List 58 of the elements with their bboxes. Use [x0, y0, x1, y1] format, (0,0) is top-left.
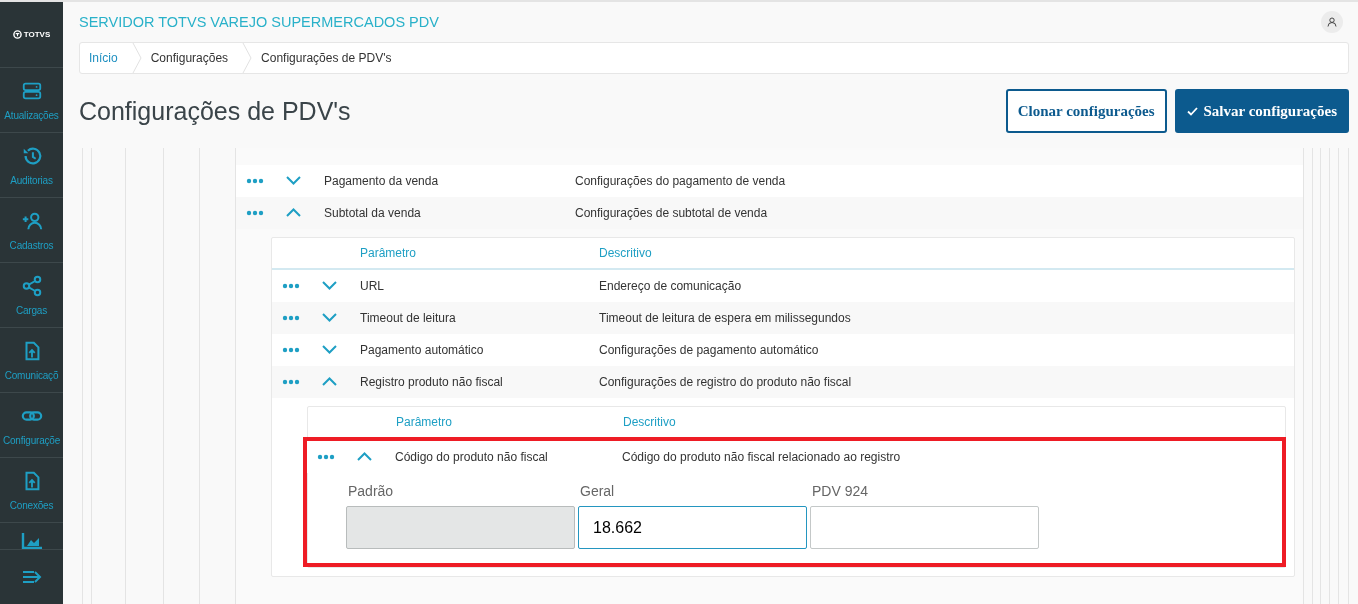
- more-icon[interactable]: [282, 379, 300, 385]
- column-header: Descritivo: [599, 246, 653, 260]
- field-label: PDV 924: [811, 483, 870, 501]
- collapse-menu-icon[interactable]: [21, 569, 42, 585]
- field-label: Padrão: [347, 483, 395, 501]
- column-header: Parâmetro: [360, 246, 418, 260]
- user-avatar[interactable]: [1321, 11, 1343, 33]
- chevron-up-icon[interactable]: [322, 377, 337, 386]
- sidebar-item[interactable]: Cadastros: [0, 198, 63, 263]
- more-icon[interactable]: [282, 347, 300, 353]
- parameter-name: Subtotal da venda: [324, 206, 422, 220]
- parameter-name: Pagamento automático: [360, 343, 485, 357]
- sidebar-item[interactable]: Comunicaçõ: [0, 328, 63, 393]
- chevron-down-icon[interactable]: [322, 313, 337, 322]
- chevron-down-icon[interactable]: [322, 345, 337, 354]
- parameter-description: Configurações do pagamento de venda: [575, 174, 787, 188]
- parameter-description: Configurações de registro do produto não fiscal: [599, 375, 853, 389]
- logo-icon: [12, 30, 22, 39]
- sidebar-item[interactable]: Atualizações: [0, 68, 63, 133]
- field-label: Geral: [579, 483, 616, 501]
- breadcrumb-item: Configurações: [149, 50, 230, 67]
- more-icon[interactable]: [282, 315, 300, 321]
- chevron-up-icon[interactable]: [286, 208, 301, 217]
- chevron-up-icon[interactable]: [357, 452, 372, 461]
- sidebar-item[interactable]: Conexões: [0, 458, 63, 523]
- breadcrumb-item[interactable]: Início: [80, 43, 132, 73]
- parameter-name: Código do produto não fiscal: [395, 450, 549, 464]
- more-icon[interactable]: [282, 283, 300, 289]
- column-header: Descritivo: [623, 415, 677, 429]
- logo-text: TOTVS: [23, 30, 51, 39]
- sidebar-item[interactable]: Auditorias: [0, 133, 63, 198]
- check-icon: [1186, 106, 1198, 116]
- chevron-down-icon[interactable]: [286, 176, 301, 185]
- page-title: Configurações de PDV's: [79, 96, 351, 126]
- app-title: SERVIDOR TOTVS VAREJO SUPERMERCADOS PDV: [79, 14, 439, 30]
- save-button[interactable]: Salvar configurações: [1174, 89, 1349, 133]
- chevron-down-icon[interactable]: [322, 281, 337, 290]
- value-input[interactable]: 18.662: [578, 506, 807, 549]
- breadcrumb-item: Configurações de PDV's: [260, 50, 393, 67]
- parameter-description: Configurações de pagamento automático: [599, 343, 820, 357]
- more-icon[interactable]: [246, 210, 264, 216]
- share-icon: [20, 274, 43, 297]
- more-icon[interactable]: [246, 178, 264, 184]
- parameter-description: Endereço de comunicação: [599, 279, 743, 293]
- chart-icon[interactable]: [20, 531, 43, 549]
- parameter-description: Configurações de subtotal de venda: [575, 206, 769, 220]
- more-icon[interactable]: [317, 454, 335, 460]
- parameter-description: Timeout de leitura de espera em milissegundos: [599, 311, 852, 325]
- column-header: Parâmetro: [396, 415, 454, 429]
- parameter-name: Timeout de leitura: [360, 311, 457, 325]
- sidebar-item[interactable]: Cargas: [0, 263, 63, 328]
- parameter-description: Código do produto não fiscal relacionado ao registro: [622, 450, 902, 464]
- parameter-name: URL: [360, 279, 385, 293]
- parameter-name: Pagamento da venda: [324, 174, 440, 188]
- clone-button[interactable]: Clonar configurações: [1005, 89, 1167, 133]
- sidebar-item[interactable]: Configuraçõe: [0, 393, 63, 458]
- parameter-name: Registro produto não fiscal: [360, 375, 504, 389]
- value-input[interactable]: [810, 506, 1039, 549]
